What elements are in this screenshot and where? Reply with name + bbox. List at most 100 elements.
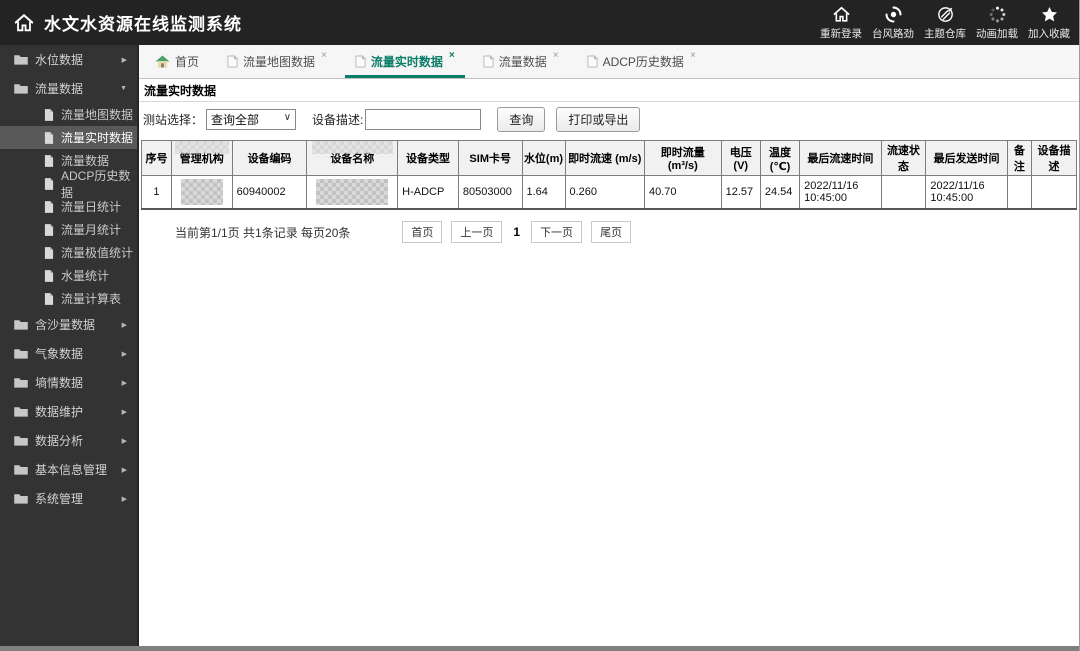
table-cell [1006,175,1033,210]
sidebar-subitem[interactable]: 流量极值统计 [0,241,137,264]
tab-close-icon[interactable]: × [321,50,327,61]
sidebar-subitem-label: 流量日统计 [61,200,122,214]
home-icon [832,5,851,24]
tab-bar: 首页 流量地图数据 × 流量实时数据 × 流量数据 × ADCP历史数据 × [139,45,1079,79]
sidebar-group-label: 数据维护 [35,405,84,419]
column-header: 设备名称 [306,140,399,176]
table-cell [880,175,927,210]
pagination-button[interactable]: 下一页 [531,221,583,243]
table-cell [306,175,399,210]
table-cell: 1 [141,175,172,210]
sidebar-group[interactable]: 数据分析 ▶ [0,426,137,455]
theme-icon [936,5,955,24]
column-header: 序号 [141,140,172,176]
chevron-right-icon: ▶ [121,466,127,474]
sidebar-nav: 水位数据 ▶ 流量数据 ▼ 流量地图数据 流量实时数据 流量数据 ADCP历史数据 流量日统计流… [0,45,137,646]
sidebar-subitem[interactable]: ADCP历史数据 [0,169,137,200]
table-cell: 40.70 [643,175,722,210]
column-header: 温度(℃) [759,140,801,176]
tab-close-icon[interactable]: × [449,50,455,61]
search-button[interactable]: 查询 [497,107,546,132]
topbar-action-label: 台风路劲 [872,27,914,40]
table-cell: 12.57 [720,175,761,210]
chevron-right-icon: ▶ [121,321,127,329]
topbar-action-star[interactable]: 加入收藏 [1023,5,1075,41]
column-header: 即时流量(m³/s) [643,140,722,176]
folder-icon [14,319,28,330]
pagination-buttons: 首页 上一页 1 下一页 尾页 [402,221,632,243]
topbar-action-theme[interactable]: 主题仓库 [919,5,971,41]
tab-4[interactable]: ADCP历史数据 × [577,45,706,78]
chevron-down-icon: ▼ [120,85,127,92]
column-header: 电压(V) [720,140,761,176]
app-window: 水文水资源在线监测系统 重新登录 台风路劲 主题仓库 动画加载 加入收藏 水位数据 ▶ 流量… [0,0,1080,651]
sidebar-group[interactable]: 墒情数据 ▶ [0,368,137,397]
sidebar-group[interactable]: 流量数据 ▼ [0,74,137,103]
tab-1[interactable]: 流量地图数据 × [217,45,337,78]
sidebar-subitem-label: 流量月统计 [61,223,122,237]
sidebar-subitem[interactable]: 流量计算表 [0,287,137,310]
topbar-action-loading[interactable]: 动画加载 [971,5,1023,41]
sidebar-subitem-label: 水量统计 [61,269,110,283]
table-cell: H-ADCP [397,175,459,210]
table-cell: 2022/11/16 10:45:00 [799,175,882,210]
sidebar-group[interactable]: 水位数据 ▶ [0,45,137,74]
station-select-label: 测站选择： [143,113,204,127]
topbar-action-typhoon[interactable]: 台风路劲 [867,5,919,41]
home-colored-icon [155,55,170,68]
page-icon [587,55,598,68]
column-header: 管理机构 [170,140,233,176]
sidebar-subitem[interactable]: 水量统计 [0,264,137,287]
sidebar-group[interactable]: 含沙量数据 ▶ [0,310,137,339]
chevron-right-icon: ▶ [121,437,127,445]
pagination-current-page: 1 [513,225,521,239]
chevron-right-icon: ▶ [121,350,127,358]
folder-icon [14,406,28,417]
sidebar-group[interactable]: 系统管理 ▶ [0,484,137,513]
topbar-action-label: 加入收藏 [1028,27,1070,40]
sidebar-subitem[interactable]: 流量月统计 [0,218,137,241]
pagination-button[interactable]: 上一页 [451,221,503,243]
tab-0[interactable]: 首页 [145,45,209,78]
pagination-button[interactable]: 首页 [402,221,443,243]
topbar-action-home[interactable]: 重新登录 [815,5,867,41]
sidebar-group[interactable]: 基本信息管理 ▶ [0,455,137,484]
sidebar-group[interactable]: 数据维护 ▶ [0,397,137,426]
sidebar-group-label: 水位数据 [35,53,84,67]
chevron-right-icon: ▶ [121,56,127,64]
column-header: 即时流速 (m/s) [564,140,645,176]
file-icon [44,223,54,236]
station-select[interactable]: 查询全部 [206,109,297,130]
chevron-right-icon: ▶ [121,379,127,387]
table-cell [170,175,233,210]
folder-icon [14,435,28,446]
column-header: 流速状态 [880,140,927,176]
tab-close-icon[interactable]: × [690,50,696,61]
sidebar-subitem[interactable]: 流量日统计 [0,195,137,218]
pagination-button[interactable]: 尾页 [591,221,632,243]
tab-active[interactable]: 流量实时数据 × [344,45,465,78]
sidebar-subitem-label: ADCP历史数据 [61,168,131,200]
print-export-button[interactable]: 打印或导出 [556,107,641,132]
page-icon [227,55,239,68]
station-select-wrap: 查询全部 ∨ [206,109,297,130]
sidebar-group-label: 流量数据 [35,82,84,96]
column-header: 备注 [1006,140,1033,176]
app-title: 水文水资源在线监测系统 [44,15,242,34]
sidebar-group-label: 基本信息管理 [35,463,108,477]
tab-close-icon[interactable]: × [553,50,559,61]
tab-label: 首页 [175,55,200,69]
sidebar-subitem[interactable]: 流量地图数据 [0,103,137,126]
brand: 水文水资源在线监测系统 [0,10,242,35]
folder-icon [14,464,28,475]
sidebar-group[interactable]: 气象数据 ▶ [0,339,137,368]
tab-3[interactable]: 流量数据 × [473,45,569,78]
star-icon [1040,5,1059,24]
table-header-row: 序号 管理机构 设备编码 设备名称 设备类型 SIM卡号 水位(m) 即时流速 (m/s) 即时… [141,140,1077,176]
redaction-mosaic [174,141,229,154]
file-icon [44,269,54,282]
sidebar-subitem-active[interactable]: 流量实时数据 [0,126,137,149]
folder-icon [14,83,28,94]
folder-icon [14,493,28,504]
device-desc-input[interactable] [365,109,482,130]
